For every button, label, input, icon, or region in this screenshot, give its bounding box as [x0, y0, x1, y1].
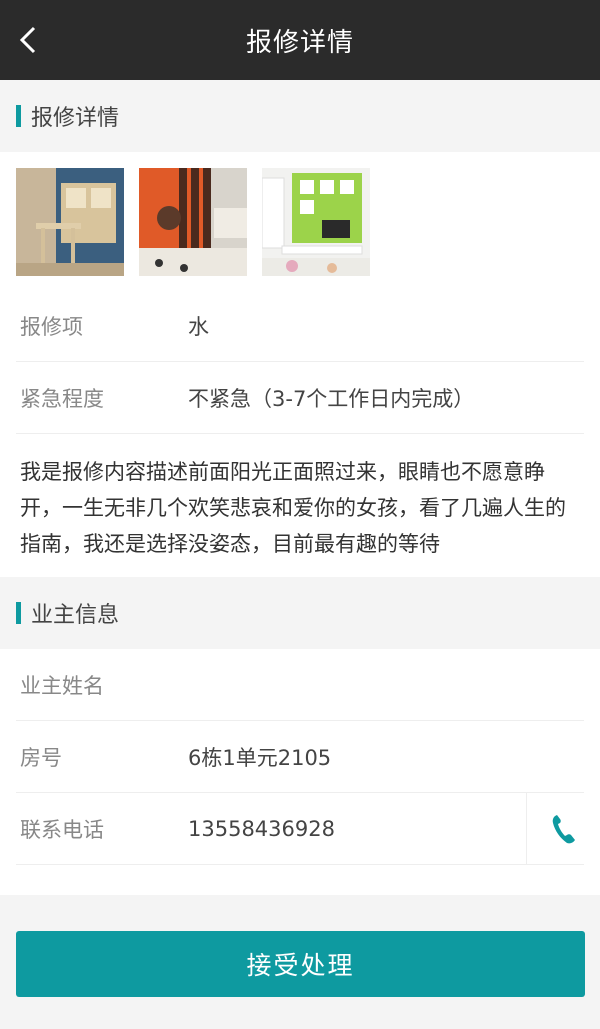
action-area: 接受处理 [0, 895, 600, 997]
accept-button[interactable]: 接受处理 [16, 931, 585, 997]
repair-photo-2[interactable] [139, 168, 247, 276]
owner-info-card: 业主姓名 房号 6栋1单元2105 联系电话 13558436928 [0, 649, 600, 895]
phone-label: 联系电话 [20, 817, 104, 842]
repair-item-row: 报修项 水 [16, 290, 584, 362]
repair-description: 我是报修内容描述前面阳光正面照过来，眼睛也不愿意睁开，一生无非几个欢笑悲哀和爱你… [20, 460, 566, 556]
repair-detail-card: 报修项 水 紧急程度 不紧急（3-7个工作日内完成） 我是报修内容描述前面阳光正… [0, 152, 600, 577]
owner-name-label: 业主姓名 [20, 673, 104, 698]
repair-section-title: 报修详情 [31, 106, 120, 131]
owner-name-row: 业主姓名 [16, 649, 584, 721]
room-row: 房号 6栋1单元2105 [16, 721, 584, 793]
urgency-row: 紧急程度 不紧急（3-7个工作日内完成） [16, 362, 584, 434]
urgency-label: 紧急程度 [20, 386, 104, 411]
section-marker [16, 105, 21, 127]
top-nav-bar: 报修详情 [0, 0, 600, 80]
owner-section-header: 业主信息 [0, 577, 600, 649]
room-value: 6栋1单元2105 [188, 745, 332, 770]
room-label: 房号 [20, 745, 62, 770]
repair-photo-3[interactable] [262, 168, 370, 276]
repair-item-value: 水 [188, 314, 209, 339]
repair-photo-1[interactable] [16, 168, 124, 276]
section-marker [16, 602, 21, 624]
back-button[interactable] [10, 22, 46, 58]
call-button[interactable] [526, 793, 600, 865]
owner-section-title: 业主信息 [31, 603, 120, 628]
phone-icon [552, 815, 575, 844]
repair-section-header: 报修详情 [0, 80, 600, 152]
urgency-value: 不紧急（3-7个工作日内完成） [188, 386, 475, 411]
page-title: 报修详情 [245, 27, 354, 58]
phone-row: 联系电话 13558436928 [16, 793, 584, 865]
chevron-left-icon [19, 26, 36, 54]
phone-value: 13558436928 [188, 816, 335, 841]
repair-photos [0, 152, 600, 290]
repair-item-label: 报修项 [20, 314, 83, 339]
